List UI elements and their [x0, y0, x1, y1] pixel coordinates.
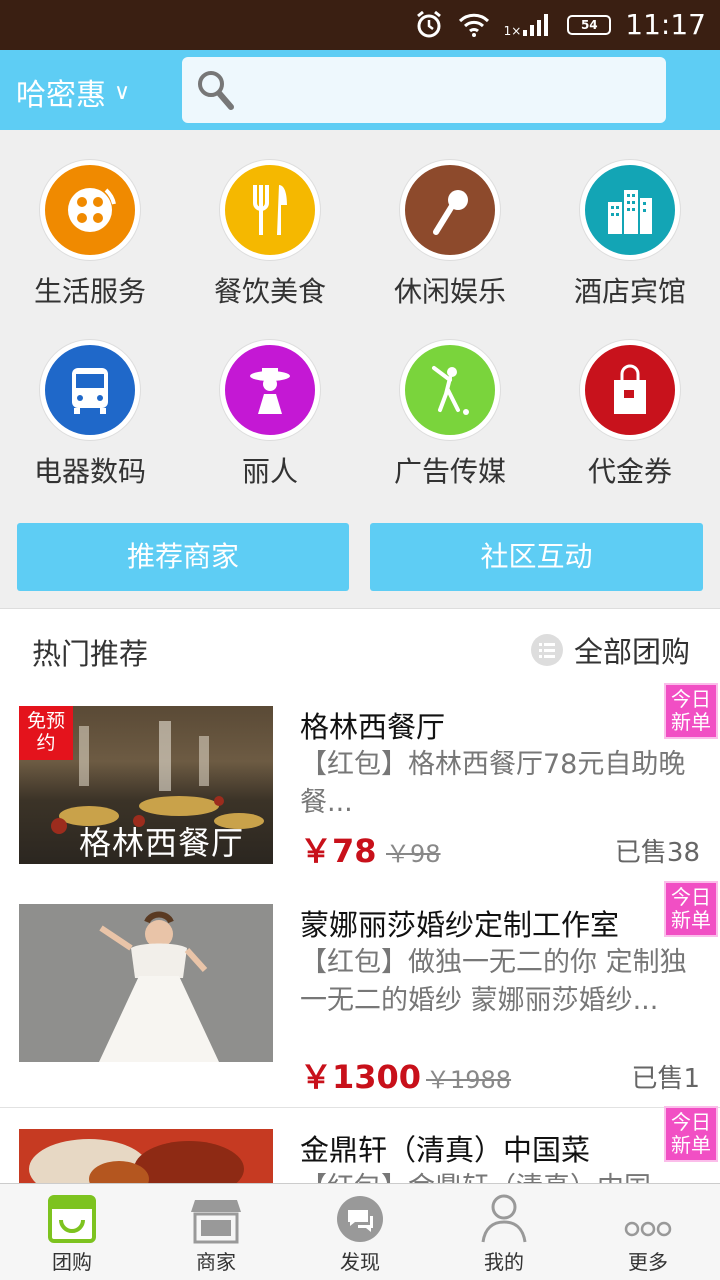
- list-icon: [530, 634, 563, 666]
- deal-title: 金鼎轩（清真）中国菜: [300, 1133, 591, 1167]
- search-icon: [198, 71, 234, 110]
- tab-mine[interactable]: 我的: [432, 1184, 576, 1280]
- lady-hat-icon: [220, 340, 320, 440]
- building-icon: [580, 160, 680, 260]
- tab-merchants[interactable]: 商家: [144, 1184, 288, 1280]
- microphone-icon: [400, 160, 500, 260]
- category-label: 代金券: [587, 455, 672, 488]
- person-icon: [481, 1194, 527, 1243]
- tab-label: 团购: [52, 1250, 92, 1274]
- category-electronics[interactable]: 电器数码: [0, 340, 180, 490]
- deal-sold-count: 已售38: [614, 838, 700, 868]
- category-label: 酒店宾馆: [573, 275, 686, 308]
- chat-bubble-icon: [337, 1196, 383, 1242]
- tab-group-buy[interactable]: 团购: [0, 1184, 144, 1280]
- deal-title: 格林西餐厅: [300, 710, 446, 744]
- film-reel-icon: [40, 160, 140, 260]
- all-deals-label: 全部团购: [573, 635, 690, 669]
- category-food[interactable]: 餐饮美食: [180, 160, 360, 310]
- deal-item[interactable]: 免预约 格林西餐厅 格林西餐厅 【红包】格林西餐厅78元自助晚餐... ￥78 …: [0, 683, 720, 910]
- category-voucher[interactable]: 代金券: [540, 340, 720, 490]
- deal-price: ￥1300: [300, 1058, 422, 1096]
- alarm-icon: [416, 10, 441, 37]
- battery-icon: 54: [567, 14, 612, 35]
- new-today-badge: 今日新单: [664, 881, 718, 937]
- tab-discover[interactable]: 发现: [288, 1184, 432, 1280]
- deal-original-price: ￥98: [386, 840, 441, 868]
- deal-original-price: ￥1988: [426, 1066, 512, 1094]
- new-today-badge: 今日新单: [664, 683, 718, 739]
- deal-description: 【红包】格林西餐厅78元自助晚餐...: [300, 749, 686, 818]
- recommend-merchants-button[interactable]: 推荐商家: [17, 523, 349, 591]
- deal-sold-count: 已售1: [631, 1064, 700, 1094]
- wifi-icon: [458, 13, 489, 37]
- category-label: 电器数码: [33, 455, 146, 488]
- hot-recommend-header: 热门推荐 全部团购: [0, 608, 720, 688]
- top-header: 哈密惠 ∨: [0, 50, 720, 130]
- community-button[interactable]: 社区互动: [370, 523, 703, 591]
- search-input[interactable]: [182, 57, 666, 123]
- deal-image: [19, 904, 273, 1062]
- category-label: 生活服务: [33, 275, 146, 308]
- deal-item[interactable]: 蒙娜丽莎婚纱定制工作室 【红包】做独一无二的你 定制独一无二的婚纱 蒙娜丽莎婚纱…: [0, 881, 720, 1108]
- shopping-basket-icon: [48, 1195, 96, 1243]
- storefront-icon: [191, 1200, 241, 1244]
- category-advertising[interactable]: 广告传媒: [360, 340, 540, 490]
- signal-indicator: 1×: [504, 12, 554, 38]
- category-hotel[interactable]: 酒店宾馆: [540, 160, 720, 310]
- tab-label: 发现: [340, 1250, 380, 1274]
- signal-label: 1×: [503, 23, 522, 38]
- all-deals-link[interactable]: 全部团购: [530, 629, 690, 671]
- new-today-badge: 今日新单: [664, 1106, 718, 1162]
- city-selector[interactable]: 哈密惠 ∨: [16, 70, 130, 114]
- bus-icon: [40, 340, 140, 440]
- free-reservation-tag: 免预约: [19, 706, 73, 760]
- chevron-down-icon: ∨: [114, 79, 131, 105]
- tab-label: 更多: [628, 1250, 668, 1274]
- golfer-icon: [400, 340, 500, 440]
- tab-more[interactable]: 更多: [576, 1184, 720, 1280]
- signal-icon: [523, 13, 549, 36]
- status-bar: 1× 54 11:17: [0, 0, 720, 50]
- category-leisure[interactable]: 休闲娱乐: [360, 160, 540, 310]
- image-caption: 格林西餐厅: [79, 824, 245, 862]
- more-dots-icon: [624, 1221, 672, 1237]
- shopping-bag-icon: [580, 340, 680, 440]
- category-beauty[interactable]: 丽人: [180, 340, 360, 490]
- clock: 11:17: [625, 8, 706, 41]
- category-label: 餐饮美食: [213, 275, 326, 308]
- category-life-service[interactable]: 生活服务: [0, 160, 180, 310]
- tab-label: 我的: [484, 1250, 524, 1274]
- section-title: 热门推荐: [32, 637, 149, 671]
- fork-knife-icon: [220, 160, 320, 260]
- deal-title: 蒙娜丽莎婚纱定制工作室: [300, 908, 620, 942]
- category-label: 休闲娱乐: [393, 275, 506, 308]
- category-label: 广告传媒: [393, 455, 506, 488]
- deal-description: 【红包】做独一无二的你 定制独一无二的婚纱 蒙娜丽莎婚纱...: [300, 947, 687, 1016]
- city-name: 哈密惠: [16, 78, 106, 113]
- bottom-tab-bar: 团购 商家 发现 我的 更多: [0, 1183, 720, 1280]
- deal-image: 免预约 格林西餐厅: [19, 706, 273, 864]
- deal-price: ￥78: [300, 832, 377, 870]
- category-label: 丽人: [241, 455, 298, 488]
- tab-label: 商家: [196, 1250, 236, 1274]
